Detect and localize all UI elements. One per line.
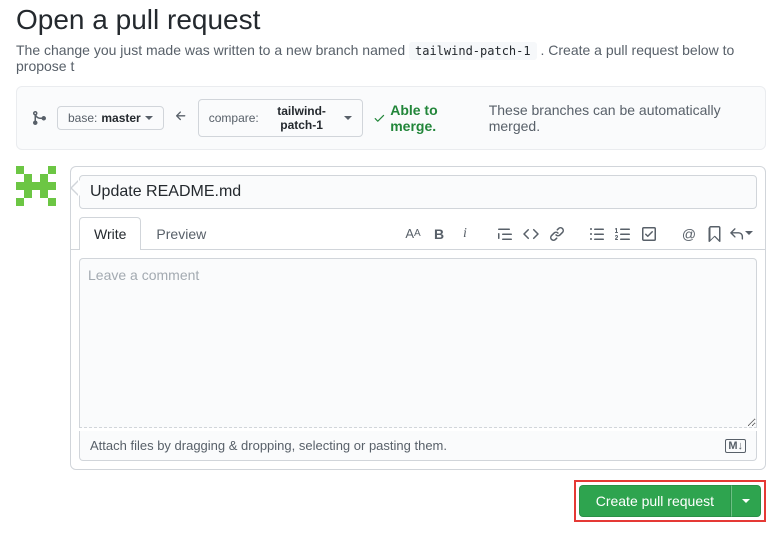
md-toolbar: AA B i @ [389, 222, 757, 246]
merge-status: Able to merge. [373, 102, 478, 134]
highlight-box: Create pull request [574, 480, 766, 522]
caret-down-icon [344, 116, 352, 124]
tasklist-icon[interactable] [637, 222, 661, 246]
create-pr-button[interactable]: Create pull request [579, 485, 731, 517]
create-pr-dropdown[interactable] [731, 485, 761, 517]
tab-write[interactable]: Write [79, 217, 141, 250]
code-icon[interactable] [519, 222, 543, 246]
attach-hint[interactable]: Attach files by dragging & dropping, sel… [79, 431, 757, 461]
italic-icon[interactable]: i [453, 222, 477, 246]
pr-title-input[interactable] [79, 175, 757, 209]
caret-down-icon [742, 499, 750, 507]
merge-status-text: These branches can be automatically merg… [489, 102, 751, 134]
saved-reply-icon[interactable] [703, 222, 727, 246]
branch-code: tailwind-patch-1 [409, 42, 537, 60]
check-icon [373, 111, 386, 125]
page-subhead: The change you just made was written to … [16, 42, 766, 74]
avatar [16, 166, 56, 206]
compare-label: compare: [209, 111, 259, 125]
list-ol-icon[interactable] [611, 222, 635, 246]
comment-textarea[interactable] [79, 258, 757, 428]
base-branch-name: master [101, 111, 140, 125]
base-label: base: [68, 111, 97, 125]
mention-icon[interactable]: @ [677, 222, 701, 246]
base-branch-button[interactable]: base: master [57, 106, 164, 130]
page-title: Open a pull request [16, 4, 766, 36]
markdown-icon[interactable]: M↓ [725, 439, 746, 453]
caret-down-icon [145, 116, 153, 124]
list-ul-icon[interactable] [585, 222, 609, 246]
compare-box: base: master compare: tailwind-patch-1 A… [16, 86, 766, 150]
link-icon[interactable] [545, 222, 569, 246]
bold-icon[interactable]: B [427, 222, 451, 246]
compare-branch-name: tailwind-patch-1 [263, 104, 341, 132]
compare-branch-button[interactable]: compare: tailwind-patch-1 [198, 99, 364, 137]
comment-box: Write Preview AA B i [70, 166, 766, 470]
attach-text: Attach files by dragging & dropping, sel… [90, 438, 447, 453]
quote-icon[interactable] [493, 222, 517, 246]
reply-icon[interactable] [729, 222, 753, 246]
heading-icon[interactable]: AA [401, 222, 425, 246]
compare-icon [31, 110, 47, 126]
merge-status-strong: Able to merge. [390, 102, 479, 134]
arrow-left-icon [174, 109, 188, 128]
tab-preview[interactable]: Preview [141, 217, 221, 250]
subhead-before: The change you just made was written to … [16, 42, 409, 58]
